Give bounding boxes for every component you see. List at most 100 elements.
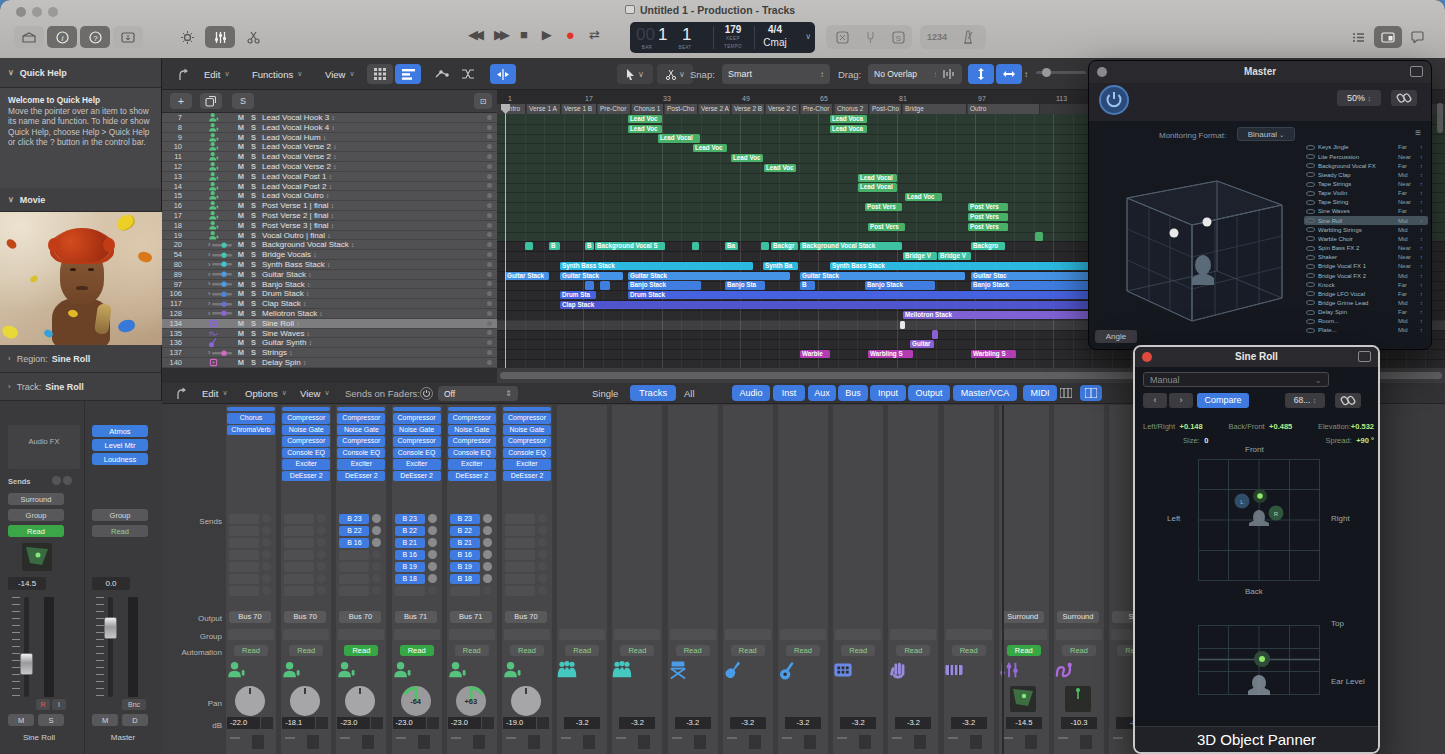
plugin-slot[interactable]: Exciter xyxy=(282,459,330,470)
track-mute-button[interactable]: M xyxy=(238,338,244,347)
track-record-dot[interactable] xyxy=(487,183,492,188)
object-distance[interactable]: Far xyxy=(1398,309,1420,315)
automation-mode-button[interactable]: Read xyxy=(289,645,323,656)
track-mute-button[interactable]: M xyxy=(238,348,244,357)
movie-thumbnail[interactable] xyxy=(0,212,162,345)
object-visible-icon[interactable] xyxy=(1306,273,1315,278)
compare-button[interactable]: Compare xyxy=(1197,393,1249,408)
plugin-close-button[interactable] xyxy=(1142,352,1152,362)
plugin-slot[interactable]: Noise Gate xyxy=(337,425,385,436)
plugin-slot[interactable]: Exciter xyxy=(337,459,385,470)
volume-db-value[interactable]: -3.2 xyxy=(840,717,876,729)
track-record-dot[interactable] xyxy=(487,262,492,267)
object-row[interactable]: Room...Mid↕ xyxy=(1304,317,1428,326)
surround-panner-mini[interactable] xyxy=(1065,686,1091,712)
track-record-dot[interactable] xyxy=(487,350,492,355)
mute-button[interactable]: M xyxy=(8,714,34,726)
vertical-scrollbar[interactable] xyxy=(1437,103,1443,133)
volume-db-value[interactable]: -3.2 xyxy=(951,717,987,729)
channel-strip[interactable]: CompressorNoise GateCompressorConsole EQ… xyxy=(336,405,386,754)
volume-db-value[interactable]: -3.2 xyxy=(619,717,655,729)
track-mute-button[interactable]: M xyxy=(238,309,244,318)
group-slot[interactable] xyxy=(946,629,992,640)
channel-strip[interactable]: Read-3.2 xyxy=(668,405,718,754)
audio-region[interactable]: Guitar Stack xyxy=(560,272,623,280)
automation-mode-button[interactable]: Read xyxy=(455,645,489,656)
add-track-button[interactable]: + xyxy=(170,93,192,109)
master-volume-value[interactable]: 0.0 xyxy=(92,577,130,590)
automation-mode-button[interactable]: Read xyxy=(1062,645,1096,656)
group-slot[interactable] xyxy=(835,629,881,640)
output-button[interactable]: Bus 70 xyxy=(284,611,326,623)
track-solo-button[interactable]: S xyxy=(251,260,256,269)
audio-region[interactable]: Guitar Stack xyxy=(505,272,549,280)
object-distance[interactable]: Near xyxy=(1398,245,1420,251)
track-solo-button[interactable]: S xyxy=(251,113,256,122)
edit-menu[interactable]: Edit∨ xyxy=(204,65,230,83)
plugin-slot[interactable]: Exciter xyxy=(448,459,496,470)
object-visible-icon[interactable] xyxy=(1306,163,1315,168)
back-icon[interactable] xyxy=(172,64,194,84)
channel-strip[interactable]: SurroundRead-10.3 xyxy=(1054,405,1104,754)
mixer-filter-audio[interactable]: Audio xyxy=(732,385,770,401)
mixer-filter-aux[interactable]: Aux xyxy=(808,385,836,401)
automation-read-button[interactable]: Read xyxy=(8,525,64,537)
automation-icon[interactable] xyxy=(430,64,454,84)
group-slot[interactable] xyxy=(614,629,660,640)
master-read-button[interactable]: Read xyxy=(92,525,148,537)
vertical-auto-zoom-icon[interactable] xyxy=(968,64,994,84)
close-button[interactable] xyxy=(16,7,26,17)
object-visible-icon[interactable] xyxy=(1306,300,1315,305)
mixer-toggle-icon[interactable] xyxy=(205,26,235,48)
panner-elevation-view[interactable] xyxy=(1198,625,1320,695)
audio-region[interactable]: Lead Voc xyxy=(693,144,727,152)
object-visible-icon[interactable] xyxy=(1306,291,1315,296)
track-mute-button[interactable]: M xyxy=(238,142,244,151)
track-mute-button[interactable]: M xyxy=(238,319,244,328)
audio-region[interactable]: Bridge V xyxy=(903,252,937,260)
master-dim-button[interactable]: D xyxy=(122,714,148,726)
surround-output-button[interactable]: Surround xyxy=(8,493,64,505)
channel-strip[interactable]: CompressorNoise GateCompressorConsole EQ… xyxy=(392,405,442,754)
track-solo-button[interactable]: S xyxy=(251,182,256,191)
volume-db-value[interactable]: -3.2 xyxy=(564,717,600,729)
track-solo-button[interactable]: S xyxy=(251,329,256,338)
power-button[interactable] xyxy=(1099,85,1129,115)
plugin-slot[interactable]: Noise Gate xyxy=(448,425,496,436)
object-visible-icon[interactable] xyxy=(1306,154,1315,159)
cycle-button[interactable]: ⇄ xyxy=(589,27,600,42)
audio-region[interactable]: B xyxy=(800,281,815,289)
track-record-dot[interactable] xyxy=(487,321,492,326)
arrangement-marker[interactable]: Chorus 2 xyxy=(835,104,869,114)
channel-strip[interactable]: CompressorNoise GateCompressorConsole EQ… xyxy=(281,405,331,754)
object-distance[interactable]: Mid xyxy=(1398,300,1420,306)
library-icon[interactable] xyxy=(14,26,44,48)
track-solo-button[interactable]: S xyxy=(251,133,256,142)
track-mute-button[interactable]: M xyxy=(238,113,244,122)
audio-region[interactable]: Synth Bass Stack xyxy=(830,262,1090,270)
audio-region[interactable]: Bridge V xyxy=(938,252,971,260)
audio-region[interactable]: Guitar Stack xyxy=(628,272,790,280)
audio-region[interactable]: Ba xyxy=(725,242,738,250)
track-row[interactable]: 89›MSGuitar Stack ↕ xyxy=(162,270,497,280)
object-visible-icon[interactable] xyxy=(1306,264,1315,269)
arrangement-marker[interactable]: Pre-Chor xyxy=(598,104,631,114)
object-row[interactable]: Bridge LFO VocalFar↕ xyxy=(1304,289,1428,298)
track-solo-button[interactable]: S xyxy=(251,201,256,210)
group-slot[interactable] xyxy=(559,629,605,640)
audio-region[interactable]: Backgr xyxy=(771,242,798,250)
plugin-slot[interactable]: Exciter xyxy=(393,459,441,470)
arrangement-marker[interactable]: Verse 2 C xyxy=(766,104,800,114)
track-mute-button[interactable]: M xyxy=(238,270,244,279)
channel-strip[interactable]: Read-3.2 xyxy=(944,405,994,754)
track-record-dot[interactable] xyxy=(487,252,492,257)
plugin-slot-partial[interactable] xyxy=(448,407,496,411)
track-record-dot[interactable] xyxy=(487,213,492,218)
count-in-button[interactable]: 1234 xyxy=(922,26,952,48)
plugin-link-icon[interactable] xyxy=(1335,393,1361,408)
fader-cap[interactable] xyxy=(20,653,33,675)
object-distance[interactable]: Mid xyxy=(1398,218,1420,224)
volume-db-value[interactable]: -3.2 xyxy=(730,717,766,729)
arrangement-marker[interactable]: Verse 1 A xyxy=(527,104,561,114)
volume-db-value[interactable]: -3.2 xyxy=(785,717,821,729)
